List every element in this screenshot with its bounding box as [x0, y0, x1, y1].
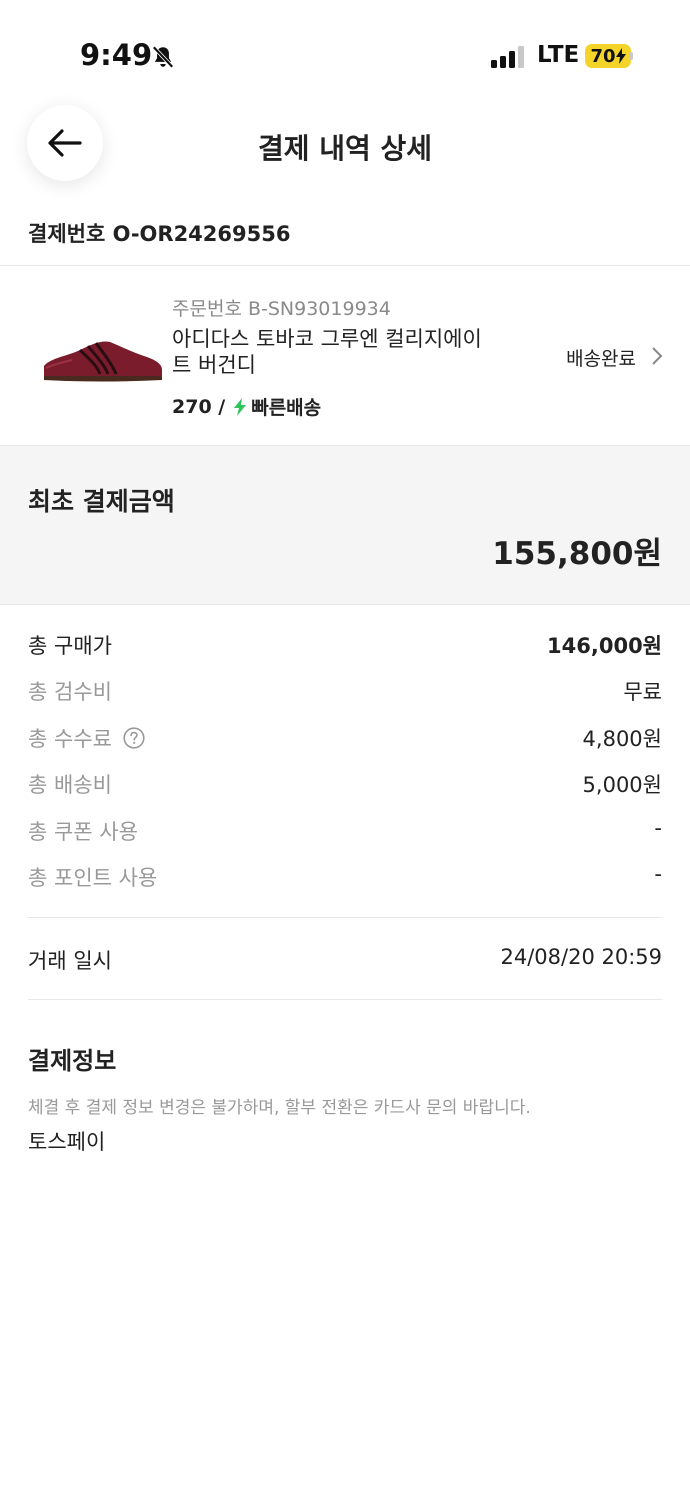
initial-payment-label: 최초 결제금액: [28, 487, 175, 516]
bell-muted-icon: [152, 45, 174, 69]
breakdown-label: 총 배송비: [28, 773, 112, 798]
question-circle-icon[interactable]: [123, 727, 145, 749]
status-time: 9:49: [80, 38, 153, 72]
breakdown-value: -: [654, 861, 662, 886]
breakdown-row: 총 포인트 사용 -: [28, 852, 662, 898]
payment-info-note: 체결 후 결제 정보 변경은 불가하며, 할부 전환은 카드사 문의 바랍니다.: [28, 1098, 531, 1118]
breakdown-label: 총 수수료: [28, 726, 112, 751]
shipping-type: 빠른배송: [251, 397, 322, 419]
product-name: 아디다스 토바코 그루엔 컬리지에이트 버건디: [172, 327, 482, 377]
cellular-signal-icon: [491, 46, 524, 68]
battery-indicator: 70: [585, 44, 631, 68]
payment-info-title: 결제정보: [28, 1047, 117, 1075]
breakdown-value: 무료: [623, 680, 662, 705]
size-shipping: 270 / 빠른배송: [172, 393, 321, 420]
divider: [0, 604, 690, 605]
page-title: 결제 내역 상세: [257, 132, 433, 165]
breakdown-label: 총 검수비: [28, 680, 112, 705]
page-header: 결제 내역 상세: [0, 105, 690, 185]
breakdown-label: 총 구매가: [28, 634, 112, 658]
transaction-date-value: 24/08/20 20:59: [500, 945, 662, 969]
breakdown-label: 총 포인트 사용: [28, 865, 158, 890]
breakdown-value: -: [654, 815, 662, 840]
payment-number: 결제번호 O-OR24269556: [28, 222, 291, 246]
battery-tip: [630, 52, 633, 60]
initial-payment-amount: 155,800원: [492, 536, 662, 572]
chevron-right-icon: [652, 347, 663, 365]
transaction-date-label: 거래 일시: [28, 949, 112, 973]
charging-bolt-icon: [615, 48, 626, 64]
breakdown-value: 5,000원: [582, 773, 662, 798]
lightning-bolt-icon: [234, 397, 247, 416]
breakdown-row: 총 배송비 5,000원: [28, 759, 662, 805]
breakdown-row: 총 쿠폰 사용 -: [28, 806, 662, 852]
price-breakdown: 총 구매가 146,000원 총 검수비 무료 총 수수료 4,800원 총 배…: [28, 620, 662, 898]
order-number: 주문번호 B-SN93019934: [172, 298, 391, 320]
battery-level: 70: [590, 45, 616, 67]
product-card[interactable]: 주문번호 B-SN93019934 아디다스 토바코 그루엔 컬리지에이트 버건…: [0, 266, 690, 444]
breakdown-label: 총 쿠폰 사용: [28, 819, 138, 844]
product-image: [44, 341, 162, 382]
product-size: 270 /: [172, 395, 226, 418]
divider: [28, 917, 662, 918]
delivery-status: 배송완료: [566, 348, 636, 370]
breakdown-value: 146,000원: [547, 634, 662, 658]
payment-method: 토스페이: [28, 1130, 106, 1154]
breakdown-row: 총 검수비 무료: [28, 666, 662, 712]
initial-payment-section: 최초 결제금액 155,800원: [0, 446, 690, 604]
breakdown-value: 4,800원: [582, 726, 662, 751]
status-bar: 9:49 LTE 70: [0, 0, 690, 110]
network-type: LTE: [537, 42, 580, 68]
breakdown-label-wrap: 총 수수료: [28, 723, 145, 753]
divider: [28, 999, 662, 1000]
breakdown-row: 총 수수료 4,800원: [28, 713, 662, 759]
breakdown-row: 총 구매가 146,000원: [28, 620, 662, 666]
